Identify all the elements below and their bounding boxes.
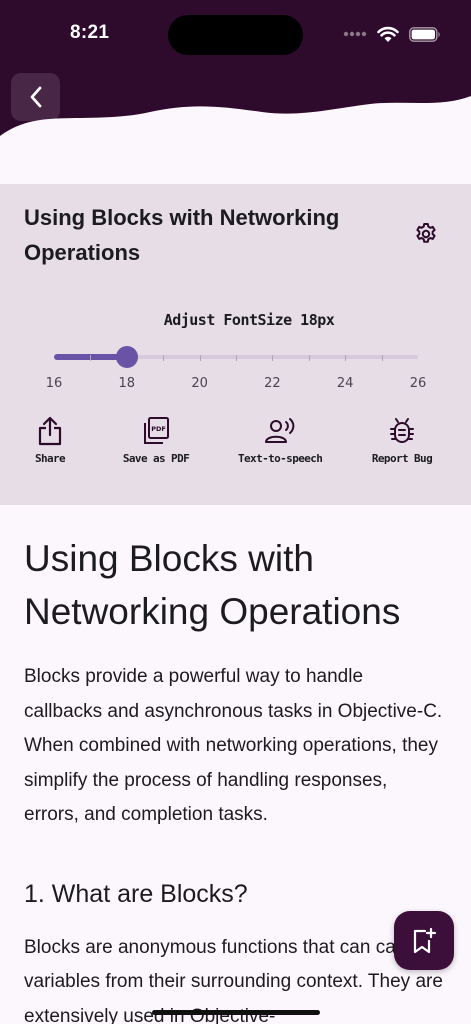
- add-bookmark-button[interactable]: [394, 911, 454, 970]
- header: 8:21: [0, 0, 471, 184]
- font-size-slider[interactable]: [54, 346, 418, 368]
- article-title: Using Blocks with Networking Operations: [24, 538, 401, 632]
- text-to-speech-action[interactable]: Text-to-speech: [238, 414, 323, 465]
- report-bug-action[interactable]: Report Bug: [364, 414, 440, 465]
- chevron-left-icon: [30, 86, 41, 108]
- slider-tick-label: 26: [409, 376, 427, 391]
- slider-tick-label: 18: [118, 376, 136, 391]
- battery-icon: [409, 26, 440, 42]
- font-size-label: Adjust FontSize 18px: [163, 311, 335, 329]
- bookmark-add-icon: [413, 927, 437, 953]
- text-to-speech-label: Text-to-speech: [238, 452, 323, 465]
- gear-icon: [416, 223, 436, 243]
- settings-button[interactable]: [412, 220, 440, 248]
- slider-tick: [381, 355, 383, 361]
- svg-text:PDF: PDF: [151, 425, 166, 433]
- share-action[interactable]: Share: [22, 414, 78, 465]
- slider-tick: [236, 355, 237, 361]
- slider-tick: [345, 355, 347, 361]
- speaker-person-icon: [265, 418, 295, 443]
- home-indicator: [152, 1010, 320, 1015]
- section-heading: 1. What are Blocks?: [24, 879, 248, 908]
- slider-tick: [308, 355, 310, 361]
- cellular-icon: [343, 31, 367, 37]
- slider-tick-label: 16: [45, 376, 63, 391]
- slider-tick: [272, 355, 274, 361]
- pdf-icon: PDF: [144, 417, 169, 444]
- slider-tick-label: 20: [191, 376, 208, 391]
- status-time: 8:21: [70, 22, 110, 43]
- bug-icon: [390, 418, 414, 443]
- status-icons: [343, 22, 441, 46]
- back-button[interactable]: [11, 73, 60, 121]
- panel-title: Using Blocks with Networking Operations: [24, 205, 340, 265]
- slider-tick-label: 22: [264, 376, 281, 391]
- slider-tick: [199, 355, 201, 361]
- article: Using Blocks with Networking Operations …: [24, 532, 444, 1024]
- slider-thumb[interactable]: [115, 346, 138, 368]
- article-intro: Blocks provide a powerful way to handle …: [24, 666, 443, 825]
- slider-tick-label: 24: [336, 376, 354, 391]
- report-bug-label: Report Bug: [371, 452, 433, 465]
- save-as-pdf-action[interactable]: PDF Save as PDF: [116, 414, 196, 465]
- share-icon: [38, 416, 62, 446]
- share-label: Share: [34, 452, 66, 465]
- slider-tick: [163, 355, 165, 361]
- slider-tick: [90, 355, 92, 361]
- wifi-icon: [377, 26, 399, 42]
- status-bar: 8:21: [0, 0, 471, 64]
- save-as-pdf-label: Save as PDF: [122, 452, 190, 465]
- dynamic-island: [168, 15, 303, 55]
